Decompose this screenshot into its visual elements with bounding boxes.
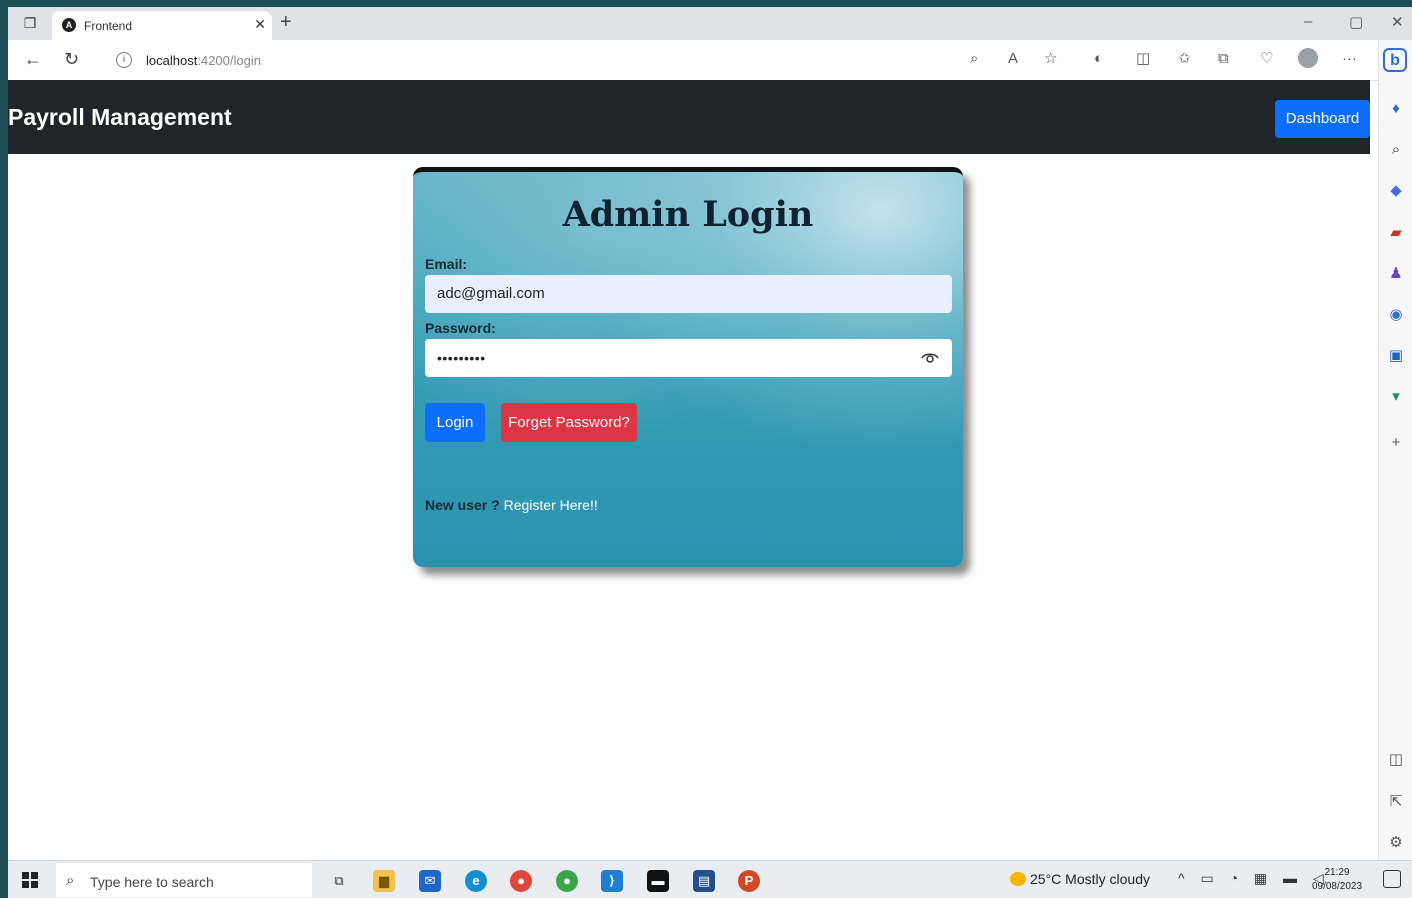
split-screen-icon[interactable]: ◫	[1136, 49, 1150, 69]
profile-avatar-icon[interactable]	[1298, 48, 1318, 68]
browser-toolbar: ← ↻ i localhost:4200/login ⌕ A ☆ ◐ ◫ ✩ ⧉…	[8, 40, 1378, 81]
external-link-icon[interactable]: ⇱	[1387, 793, 1405, 811]
vscode-icon[interactable]: ⟩	[601, 870, 623, 892]
settings-gear-icon[interactable]: ⚙	[1387, 834, 1405, 852]
favorites-icon[interactable]: ✩	[1178, 49, 1191, 69]
app-navbar: Payroll Management Dashboard	[8, 80, 1370, 154]
more-menu-icon[interactable]: ···	[1342, 49, 1357, 69]
email-field[interactable]: adc@gmail.com	[425, 275, 952, 313]
angular-logo-icon: A	[62, 18, 76, 32]
url-path: :4200/login	[197, 53, 261, 68]
edge-sidebar: b ♦ ⌕ ◆ ▰ ♟ ◉ ▣ ▾ + ◫ ⇱ ⚙	[1378, 40, 1412, 860]
chrome-icon[interactable]: ●	[510, 870, 532, 892]
close-window-icon[interactable]: ✕	[1391, 13, 1404, 31]
browser-window: ❐ A Frontend ✕ + – ▢ ✕ ← ↻ i localhost:4…	[8, 7, 1412, 898]
address-bar[interactable]: i localhost:4200/login	[104, 45, 1104, 75]
weather-text: 25°C Mostly cloudy	[1030, 871, 1150, 887]
tab-close-icon[interactable]: ✕	[254, 16, 266, 33]
email-label: Email:	[425, 256, 468, 272]
favorite-star-icon[interactable]: ☆	[1044, 49, 1057, 69]
tab-title: Frontend	[84, 19, 133, 33]
bing-copilot-icon[interactable]: b	[1383, 48, 1407, 72]
add-sidebar-app-icon[interactable]: +	[1387, 434, 1405, 452]
clock-date: 09/08/2023	[1311, 881, 1363, 892]
search-page-icon[interactable]: ⌕	[970, 49, 978, 69]
search-icon[interactable]: ⌕	[1387, 141, 1405, 159]
shopping-tag-icon[interactable]: ◆	[1387, 182, 1405, 200]
weather-icon	[1010, 872, 1026, 886]
edge-browser-icon[interactable]: e	[465, 870, 487, 892]
tab-strip: ❐ A Frontend ✕ + – ▢ ✕	[8, 7, 1412, 40]
extension-icon[interactable]: ◐	[1094, 49, 1103, 69]
tab-actions-icon[interactable]: ❐	[22, 15, 38, 31]
clock-time: 21:29	[1324, 867, 1350, 878]
taskbar-search[interactable]: ⌕ Type here to search	[56, 863, 312, 897]
browser-tab[interactable]: A Frontend ✕	[52, 11, 272, 40]
password-field[interactable]: •••••••••	[425, 339, 952, 377]
password-label: Password:	[425, 320, 496, 336]
toolbox-icon[interactable]: ▰	[1387, 224, 1405, 242]
minimize-icon[interactable]: –	[1304, 13, 1312, 30]
weather-widget[interactable]: 25°C Mostly cloudy	[1010, 871, 1150, 887]
register-link[interactable]: Register Here!!	[504, 497, 598, 513]
drop-icon[interactable]: ▾	[1387, 388, 1405, 406]
sidebar-panel-icon[interactable]: ◫	[1387, 751, 1405, 769]
bell-icon[interactable]: ♦	[1387, 100, 1405, 118]
windows-start-icon[interactable]	[22, 872, 38, 888]
eye-icon[interactable]	[920, 348, 940, 368]
login-button[interactable]: Login	[425, 403, 485, 442]
search-icon: ⌕	[66, 872, 75, 889]
collections-icon[interactable]: ⧉	[1218, 49, 1229, 69]
taskbar-search-placeholder: Type here to search	[90, 874, 214, 890]
login-card: Admin Login Email: adc@gmail.com Passwor…	[413, 167, 963, 567]
file-explorer-icon[interactable]: ▆	[373, 870, 395, 892]
powerpoint-icon[interactable]: P	[738, 870, 760, 892]
windows-taskbar: ⌕ Type here to search ⧉ ▆ ✉ e ● ● ⟩ ▬ ▤ …	[8, 860, 1412, 898]
url-host: localhost	[146, 53, 198, 68]
info-icon[interactable]: i	[116, 52, 132, 68]
new-user-text: New user ?	[425, 497, 500, 513]
back-icon[interactable]: ←	[24, 49, 42, 69]
terminal-icon[interactable]: ▬	[647, 870, 669, 892]
url-text[interactable]: localhost:4200/login	[146, 53, 261, 68]
taskbar-clock[interactable]: 21:29 09/08/2023	[1306, 866, 1368, 894]
forget-password-button[interactable]: Forget Password?	[501, 403, 637, 442]
green-app-icon[interactable]: ●	[556, 870, 578, 892]
new-tab-icon[interactable]: +	[280, 12, 292, 32]
brand-title[interactable]: Payroll Management	[8, 104, 232, 131]
browser-essentials-icon[interactable]: ♡	[1260, 49, 1273, 69]
login-title: Admin Login	[562, 194, 814, 235]
task-view-icon[interactable]: ⧉	[328, 870, 350, 892]
games-icon[interactable]: ♟	[1387, 265, 1405, 283]
read-aloud-icon[interactable]: A	[1008, 49, 1018, 69]
dashboard-button[interactable]: Dashboard	[1275, 100, 1370, 138]
office-icon[interactable]: ◉	[1387, 306, 1405, 324]
mail-icon[interactable]: ✉	[419, 870, 441, 892]
outlook-icon[interactable]: ▣	[1387, 347, 1405, 365]
maximize-icon[interactable]: ▢	[1349, 13, 1363, 31]
register-line: New user ? Register Here!!	[425, 497, 598, 513]
password-value: •••••••••	[437, 350, 486, 366]
refresh-icon[interactable]: ↻	[64, 49, 79, 69]
document-app-icon[interactable]: ▤	[693, 870, 715, 892]
notification-icon[interactable]	[1383, 870, 1401, 888]
